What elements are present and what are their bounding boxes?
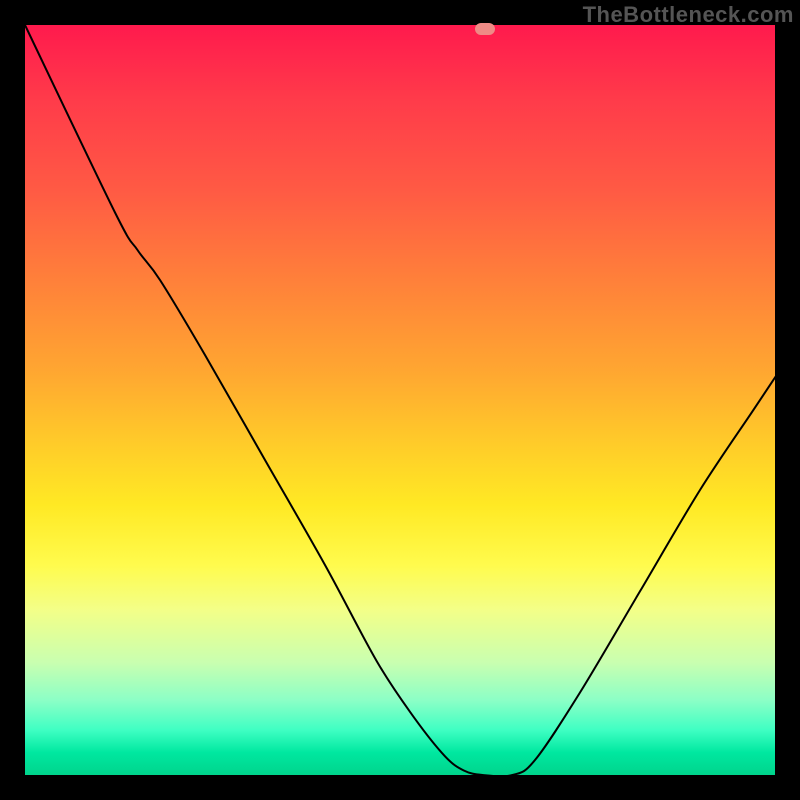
bottleneck-curve — [25, 25, 775, 775]
bottleneck-curve-path — [25, 25, 775, 775]
optimal-marker — [475, 23, 495, 35]
plot-area — [25, 25, 775, 775]
watermark-text: TheBottleneck.com — [583, 2, 794, 28]
chart-frame: TheBottleneck.com — [0, 0, 800, 800]
